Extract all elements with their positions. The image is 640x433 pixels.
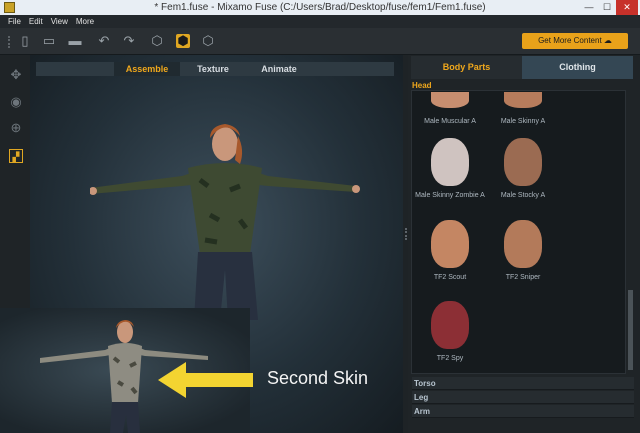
target-icon[interactable]: ⊕ [9,121,23,135]
head-thumbnail [504,138,542,186]
head-thumbnail [504,220,542,268]
get-more-content-button[interactable]: Get More Content ☁ [522,33,628,49]
scrollbar-thumb[interactable] [628,290,633,370]
head-thumbnail [431,220,469,268]
menu-bar: File Edit View More [0,15,640,28]
menu-more[interactable]: More [76,15,94,28]
character-model[interactable] [90,120,360,320]
section-torso[interactable]: Torso [412,377,634,390]
thumb-male-stocky-a[interactable]: Male Stocky A [488,138,558,228]
head-thumbnail [431,138,469,186]
undo-icon[interactable]: ↶ [97,34,111,48]
thumb-label: TF2 Sniper [505,274,541,281]
move-icon[interactable]: ✥ [9,68,23,82]
thumb-label: TF2 Spy [436,355,464,362]
section-arm[interactable]: Arm [412,405,634,418]
thumb-label: Male Skinny Zombie A [415,192,485,199]
thumb-label: Male Muscular A [424,118,476,125]
menu-file[interactable]: File [8,15,21,28]
new-file-icon[interactable]: ▯ [18,34,32,48]
thumb-label: Male Stocky A [500,192,546,199]
save-icon[interactable]: ▬ [68,34,82,48]
maximize-button[interactable]: ☐ [598,0,616,15]
thumb-label: Male Skinny A [500,118,546,125]
menu-view[interactable]: View [51,15,68,28]
thumb-tf2-sniper[interactable]: TF2 Sniper [488,220,558,310]
splitter-grip[interactable] [405,228,407,240]
section-head-title[interactable]: Head [412,81,432,90]
callout-text: Second Skin [267,368,369,388]
tab-body-parts[interactable]: Body Parts [411,56,522,79]
close-button[interactable]: ✕ [616,0,638,15]
tab-animate[interactable]: Animate [246,62,312,76]
callout-arrow-icon [158,362,253,398]
minimize-button[interactable]: — [580,0,598,15]
menu-edit[interactable]: Edit [29,15,43,28]
get-more-content-label: Get More Content [538,36,602,45]
head-thumbnail [504,92,542,108]
panel-tabs: Body Parts Clothing [411,56,634,79]
thumb-male-skinny-zombie-a[interactable]: Male Skinny Zombie A [415,138,485,228]
section-leg[interactable]: Leg [412,391,634,404]
frame-icon[interactable]: ▞ [9,149,23,163]
tab-clothing[interactable]: Clothing [522,56,633,79]
tab-texture[interactable]: Texture [180,62,246,76]
textured-cube-icon[interactable]: ⬡ [201,34,215,48]
redo-icon[interactable]: ↷ [122,34,136,48]
wireframe-cube-icon[interactable]: ⬡ [150,34,164,48]
thumb-tf2-scout[interactable]: TF2 Scout [415,220,485,310]
solid-cube-icon[interactable]: ⬢ [176,34,190,48]
head-thumbnail [431,92,469,108]
cloud-download-icon: ☁ [603,36,612,45]
toolbar-grip [8,36,11,48]
window-title: * Fem1.fuse - Mixamo Fuse (C:/Users/Brad… [154,2,486,13]
title-bar: * Fem1.fuse - Mixamo Fuse (C:/Users/Brad… [0,0,640,15]
rotate-icon[interactable]: ◉ [9,95,23,109]
thumb-label: TF2 Scout [433,274,467,281]
head-thumbnail [431,301,469,349]
open-folder-icon[interactable]: ▭ [42,34,56,48]
tab-assemble[interactable]: Assemble [114,62,180,76]
mode-tabs: Assemble Texture Animate [36,62,394,76]
